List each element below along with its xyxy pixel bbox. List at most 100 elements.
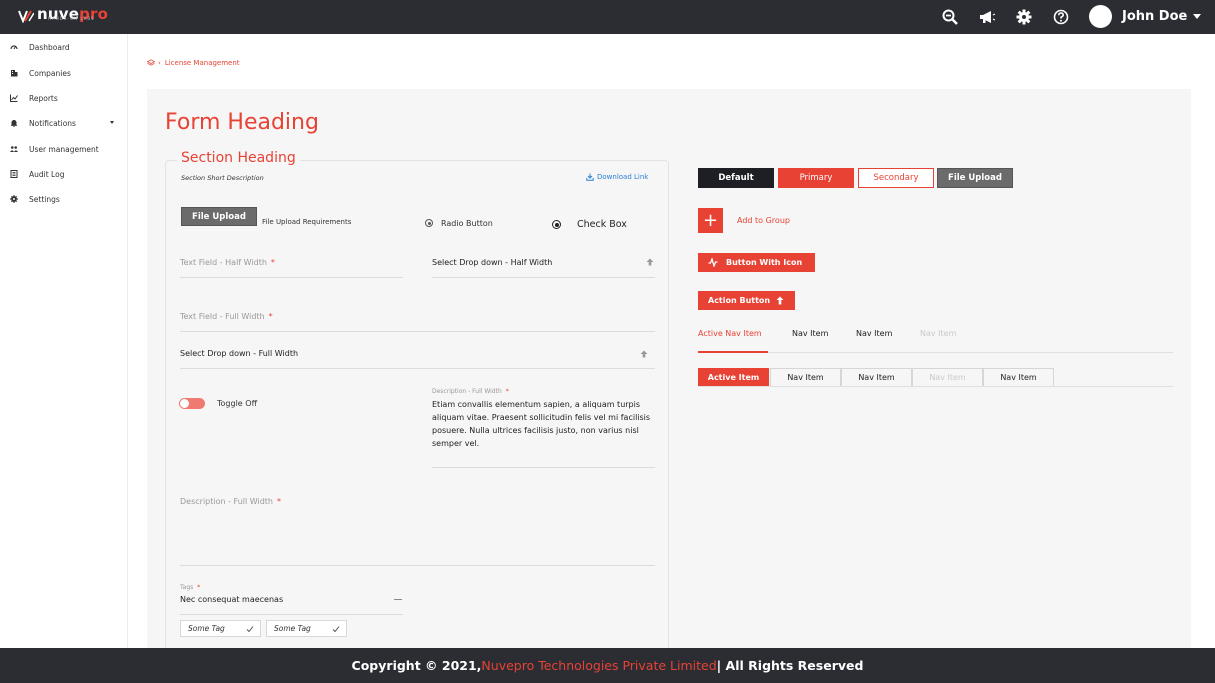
description-half-label: Description - Full Width * — [432, 388, 509, 395]
button-with-icon[interactable]: Button With Icon — [698, 253, 815, 272]
sidebar-item-notifications[interactable]: Notifications — [10, 116, 116, 130]
bell-icon — [11, 120, 17, 127]
check-icon[interactable] — [332, 625, 340, 633]
sidebar-item-user-management[interactable]: User management — [10, 142, 116, 156]
log-icon — [10, 170, 18, 178]
button-with-icon-label: Button With Icon — [726, 258, 803, 267]
breadcrumb-current[interactable]: License Management — [165, 59, 240, 67]
page-title: Form Heading — [165, 110, 319, 135]
help-icon[interactable] — [1053, 9, 1069, 25]
arrow-up-icon[interactable] — [640, 350, 648, 358]
toggle-switch[interactable] — [179, 398, 205, 409]
breadcrumb: ‹ License Management — [147, 59, 240, 67]
user-menu[interactable]: John Doe — [1089, 5, 1202, 28]
breadcrumb-separator-icon: ‹ — [158, 59, 161, 67]
nav-box-item[interactable]: Nav Item — [983, 368, 1054, 387]
radio-button[interactable] — [425, 219, 433, 227]
sidebar-item-label: Settings — [29, 194, 60, 204]
nav-underline-rule — [698, 352, 1173, 353]
description-full-label: Description - Full Width * — [180, 497, 281, 506]
sidebar-item-label: Notifications — [29, 118, 76, 128]
minus-icon[interactable] — [394, 599, 402, 600]
nav-box-item[interactable]: Nav Item — [841, 368, 912, 387]
footer-company-link[interactable]: Nuvepro Technologies Private Limited — [481, 658, 716, 673]
activity-icon — [708, 258, 718, 267]
check-box-label: Check Box — [577, 219, 627, 230]
action-button-label: Action Button — [708, 296, 771, 305]
default-button[interactable]: Default — [698, 168, 774, 188]
description-full-textarea[interactable] — [180, 565, 655, 566]
tags-input-value[interactable]: Nec consequat maecenas — [180, 595, 283, 604]
description-half-textarea[interactable]: Etiam convallis elementum sapien, a aliq… — [432, 398, 656, 450]
check-box[interactable] — [552, 220, 561, 229]
select-full-underline — [180, 368, 655, 369]
check-icon[interactable] — [246, 625, 254, 633]
sidebar-item-dashboard[interactable]: Dashboard — [10, 40, 116, 54]
nav-item[interactable]: Nav Item — [856, 329, 892, 338]
nav-item-disabled: Nav Item — [920, 329, 957, 338]
sidebar-item-label: Dashboard — [29, 42, 70, 52]
nav-item-active[interactable]: Active Nav Item — [698, 329, 762, 338]
logo-tagline: HANDS-ON LABS — [48, 16, 95, 21]
text-field-half-label: Text Field - Half Width * — [180, 258, 275, 267]
sidebar-item-companies[interactable]: Companies — [10, 66, 116, 80]
tag-chip[interactable]: Some Tag — [266, 620, 347, 637]
gear-icon — [10, 195, 18, 203]
file-upload-button[interactable]: File Upload — [181, 207, 257, 226]
building-icon — [11, 70, 18, 77]
download-link[interactable]: Download Link — [586, 173, 648, 181]
select-half-underline — [432, 277, 655, 278]
section-description: Section Short Description — [181, 174, 264, 182]
arrow-up-icon[interactable] — [646, 258, 654, 266]
gear-icon[interactable] — [1016, 9, 1032, 25]
tag-label: Some Tag — [274, 624, 311, 633]
dashboard-icon — [10, 45, 18, 50]
chevron-down-icon — [1193, 14, 1202, 19]
footer: Copyright © 2021, Nuvepro Technologies P… — [0, 648, 1215, 683]
tag-chip[interactable]: Some Tag — [180, 620, 261, 637]
tags-label: Tags * — [180, 584, 201, 591]
nav-boxed-rule — [698, 386, 1173, 387]
sidebar-item-audit-log[interactable]: Audit Log — [10, 167, 116, 181]
plus-icon: + — [702, 210, 719, 231]
sidebar-item-label: Reports — [29, 93, 58, 103]
sidebar-item-label: Companies — [29, 68, 71, 78]
sidebar-item-settings[interactable]: Settings — [10, 192, 116, 206]
text-field-full-input[interactable] — [180, 331, 655, 332]
select-full-value[interactable]: Select Drop down - Full Width — [180, 349, 298, 358]
users-icon — [10, 146, 18, 152]
primary-button[interactable]: Primary — [778, 168, 854, 188]
text-field-full-label: Text Field - Full Width * — [180, 312, 273, 321]
user-name: John Doe — [1122, 9, 1188, 24]
layers-icon[interactable] — [147, 59, 155, 67]
select-half-value[interactable]: Select Drop down - Half Width — [432, 258, 552, 267]
add-to-group-label[interactable]: Add to Group — [737, 216, 790, 225]
download-icon — [586, 173, 594, 181]
tags-underline — [180, 614, 403, 615]
megaphone-icon[interactable] — [979, 9, 995, 25]
nav-item[interactable]: Nav Item — [792, 329, 828, 338]
nav-box-item[interactable]: Nav Item — [770, 368, 841, 387]
nav-box-active[interactable]: Active Item — [698, 368, 769, 387]
zoom-out-icon[interactable] — [942, 9, 958, 25]
file-upload-button[interactable]: File Upload — [937, 168, 1013, 188]
nav-box-disabled: Nav Item — [912, 368, 983, 387]
description-half-underline — [432, 467, 655, 468]
sidebar-item-label: User management — [29, 144, 99, 154]
file-upload-requirements: File Upload Requirements — [262, 218, 352, 226]
action-button[interactable]: Action Button — [698, 291, 795, 310]
add-to-group-button[interactable]: + — [698, 208, 723, 233]
tag-label: Some Tag — [188, 624, 225, 633]
logo-mark-icon — [18, 10, 34, 23]
chevron-down-icon — [110, 121, 114, 124]
footer-suffix: | All Rights Reserved — [716, 658, 864, 673]
chart-icon — [10, 94, 18, 102]
arrow-up-icon — [776, 296, 784, 305]
avatar — [1089, 5, 1112, 28]
nav-active-indicator — [698, 351, 768, 353]
sidebar-item-reports[interactable]: Reports — [10, 91, 116, 105]
secondary-button[interactable]: Secondary — [858, 168, 934, 188]
toggle-label: Toggle Off — [217, 399, 258, 408]
top-bar: nuvepro HANDS-ON LABS John Doe — [0, 0, 1215, 34]
text-field-half-input[interactable] — [180, 277, 403, 278]
